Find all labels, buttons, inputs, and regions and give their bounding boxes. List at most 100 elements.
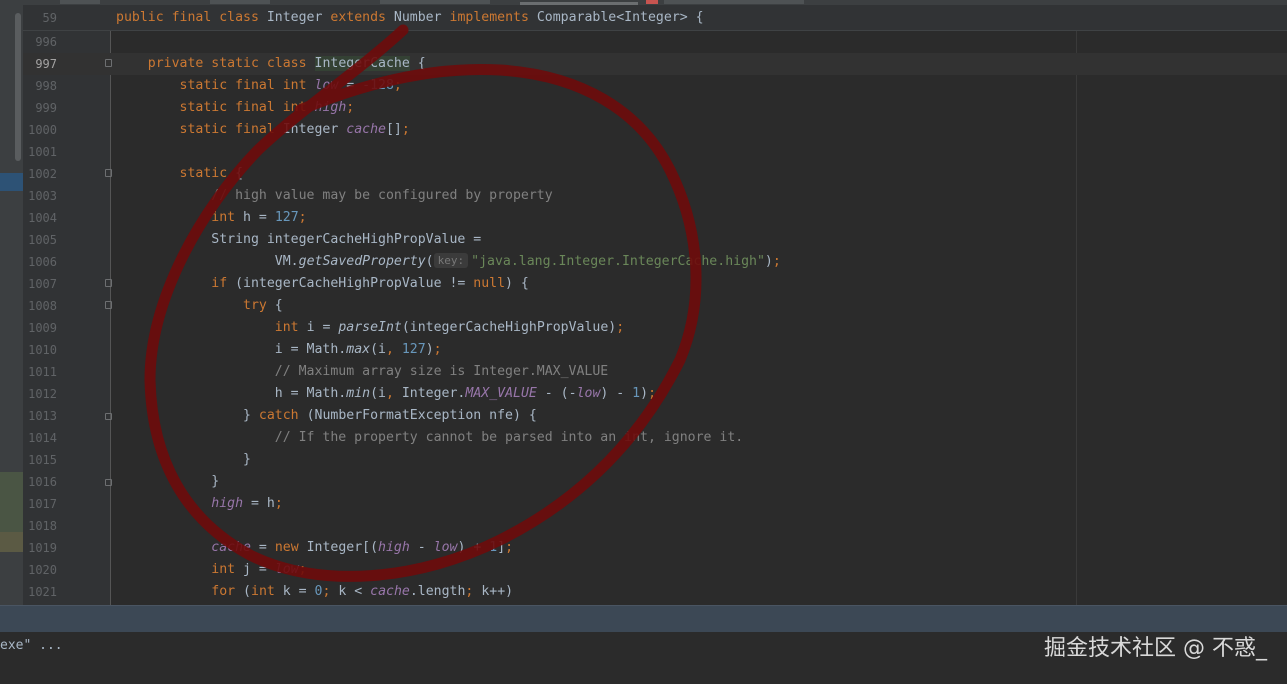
project-tool-strip[interactable] bbox=[0, 5, 23, 605]
code-token: (i bbox=[370, 386, 386, 401]
code-text[interactable]: try { bbox=[116, 295, 283, 317]
code-line[interactable]: 1002 static { bbox=[23, 163, 1287, 185]
code-text[interactable]: // Maximum array size is Integer.MAX_VAL… bbox=[116, 361, 608, 383]
code-text[interactable]: } catch (NumberFormatException nfe) { bbox=[116, 405, 537, 427]
code-token: int bbox=[116, 562, 244, 577]
status-bar bbox=[0, 605, 1287, 633]
code-token: int bbox=[116, 210, 244, 225]
code-text[interactable]: // high value may be configured by prope… bbox=[116, 185, 552, 207]
fold-end-icon[interactable] bbox=[105, 413, 112, 420]
code-text[interactable]: if (integerCacheHighPropValue != null) { bbox=[116, 273, 529, 295]
line-number: 1013 bbox=[28, 409, 57, 423]
code-line[interactable]: 1010 i = Math.max(i, 127); bbox=[23, 339, 1287, 361]
code-line[interactable]: 1011 // Maximum array size is Integer.MA… bbox=[23, 361, 1287, 383]
code-line[interactable]: 997 private static class IntegerCache { bbox=[23, 53, 1287, 75]
fold-toggle-icon[interactable] bbox=[105, 59, 112, 67]
code-text[interactable]: static { bbox=[116, 163, 244, 185]
parameter-hint: key: bbox=[433, 253, 469, 268]
code-text[interactable]: public final class Integer extends Numbe… bbox=[116, 7, 704, 29]
code-line[interactable]: 1005 String integerCacheHighPropValue = bbox=[23, 229, 1287, 251]
editor-tab[interactable] bbox=[380, 0, 490, 4]
code-text[interactable]: int i = parseInt(integerCacheHighPropVal… bbox=[116, 317, 624, 339]
code-token: static final int bbox=[116, 100, 315, 115]
code-line[interactable]: 1014 // If the property cannot be parsed… bbox=[23, 427, 1287, 449]
code-text[interactable]: private static class IntegerCache { bbox=[116, 53, 426, 75]
line-number: 1009 bbox=[28, 321, 57, 335]
editor-tab[interactable] bbox=[664, 0, 804, 4]
code-line[interactable]: 1006 VM.getSavedProperty(key: "java.lang.… bbox=[23, 251, 1287, 273]
code-token: private static class bbox=[116, 56, 315, 71]
scrollbar-thumb[interactable] bbox=[15, 13, 21, 161]
console-output: exe" ... bbox=[0, 638, 63, 653]
line-number: 1004 bbox=[28, 211, 57, 225]
line-number: 996 bbox=[35, 35, 57, 49]
line-number: 1020 bbox=[28, 563, 57, 577]
fold-toggle-icon[interactable] bbox=[105, 301, 112, 309]
code-token: = bbox=[250, 540, 275, 555]
code-text[interactable]: int h = 127; bbox=[116, 207, 306, 229]
code-line[interactable]: 1016 } bbox=[23, 471, 1287, 493]
code-token: // Maximum array size is Integer.MAX_VAL… bbox=[116, 364, 609, 379]
code-token: for bbox=[116, 584, 244, 599]
ide-window: 59 public final class Integer extends Num… bbox=[0, 0, 1287, 684]
code-text[interactable]: } bbox=[116, 449, 251, 471]
code-text[interactable]: i = Math.max(i, 127); bbox=[116, 339, 442, 361]
editor-tab[interactable] bbox=[210, 0, 270, 4]
code-token: high bbox=[378, 540, 410, 555]
code-token: int bbox=[251, 584, 283, 599]
code-text[interactable]: cache = new Integer[(high - low) + 1]; bbox=[116, 537, 513, 559]
code-line[interactable]: 1012 h = Math.min(i, Integer.MAX_VALUE -… bbox=[23, 383, 1287, 405]
line-number: 1012 bbox=[28, 387, 57, 401]
code-line[interactable]: 1001 bbox=[23, 141, 1287, 163]
code-token: k < bbox=[338, 584, 371, 599]
code-token: cache bbox=[346, 122, 386, 137]
line-number: 1010 bbox=[28, 343, 57, 357]
code-text[interactable]: static final Integer cache[]; bbox=[116, 119, 410, 141]
code-line[interactable]: 1017 high = h; bbox=[23, 493, 1287, 515]
code-line[interactable]: 1020 int j = low; bbox=[23, 559, 1287, 581]
code-token: ) - bbox=[600, 386, 633, 401]
code-text[interactable]: String integerCacheHighPropValue = bbox=[116, 229, 481, 251]
code-line[interactable]: 1013 } catch (NumberFormatException nfe)… bbox=[23, 405, 1287, 427]
code-text[interactable]: h = Math.min(i, Integer.MAX_VALUE - (-lo… bbox=[116, 383, 656, 405]
code-line[interactable]: 1004 int h = 127; bbox=[23, 207, 1287, 229]
code-text[interactable]: VM.getSavedProperty(key: "java.lang.Integ… bbox=[116, 251, 781, 273]
selected-tree-row[interactable] bbox=[0, 173, 23, 191]
code-line[interactable]: 1007 if (integerCacheHighPropValue != nu… bbox=[23, 273, 1287, 295]
code-token: = h bbox=[243, 496, 275, 511]
sticky-class-header[interactable]: 59 public final class Integer extends Num… bbox=[23, 5, 1287, 31]
code-text[interactable]: for (int k = 0; k < cache.length; k++) bbox=[116, 581, 513, 603]
editor-tab[interactable] bbox=[60, 0, 100, 4]
code-text[interactable]: // If the property cannot be parsed into… bbox=[116, 427, 743, 449]
code-line[interactable]: 1015 } bbox=[23, 449, 1287, 471]
code-line[interactable]: 998 static final int low = -128; bbox=[23, 75, 1287, 97]
code-text[interactable]: high = h; bbox=[116, 493, 282, 515]
fold-toggle-icon[interactable] bbox=[105, 279, 112, 287]
code-token: try bbox=[116, 298, 275, 313]
code-line[interactable]: 1021 for (int k = 0; k < cache.length; k… bbox=[23, 581, 1287, 603]
code-token: .length bbox=[409, 584, 466, 599]
code-token: ; bbox=[298, 562, 307, 577]
code-token: public final class bbox=[116, 10, 267, 25]
code-line[interactable]: 1009 int i = parseInt(integerCacheHighPr… bbox=[23, 317, 1287, 339]
fold-toggle-icon[interactable] bbox=[105, 169, 112, 177]
code-token: Integer. bbox=[401, 386, 466, 401]
code-line[interactable]: 1019 cache = new Integer[(high - low) + … bbox=[23, 537, 1287, 559]
code-text[interactable]: int j = low; bbox=[116, 559, 307, 581]
code-editor[interactable]: 59 public final class Integer extends Num… bbox=[23, 5, 1287, 605]
code-line[interactable]: 1018 bbox=[23, 515, 1287, 537]
code-line[interactable]: 996 bbox=[23, 31, 1287, 53]
code-token: ; bbox=[401, 122, 410, 137]
code-line[interactable]: 1003 // high value may be configured by … bbox=[23, 185, 1287, 207]
code-line[interactable]: 1000 static final Integer cache[]; bbox=[23, 119, 1287, 141]
fold-end-icon[interactable] bbox=[105, 479, 112, 486]
code-line[interactable]: 999 static final int high; bbox=[23, 97, 1287, 119]
code-token: { bbox=[409, 56, 426, 71]
code-text[interactable]: static final int high; bbox=[116, 97, 355, 119]
code-text[interactable]: } bbox=[116, 471, 219, 493]
code-text[interactable]: static final int low = -128; bbox=[116, 75, 402, 97]
code-token: low bbox=[433, 540, 458, 555]
code-line[interactable]: 1008 try { bbox=[23, 295, 1287, 317]
file-type-icon bbox=[646, 0, 658, 4]
